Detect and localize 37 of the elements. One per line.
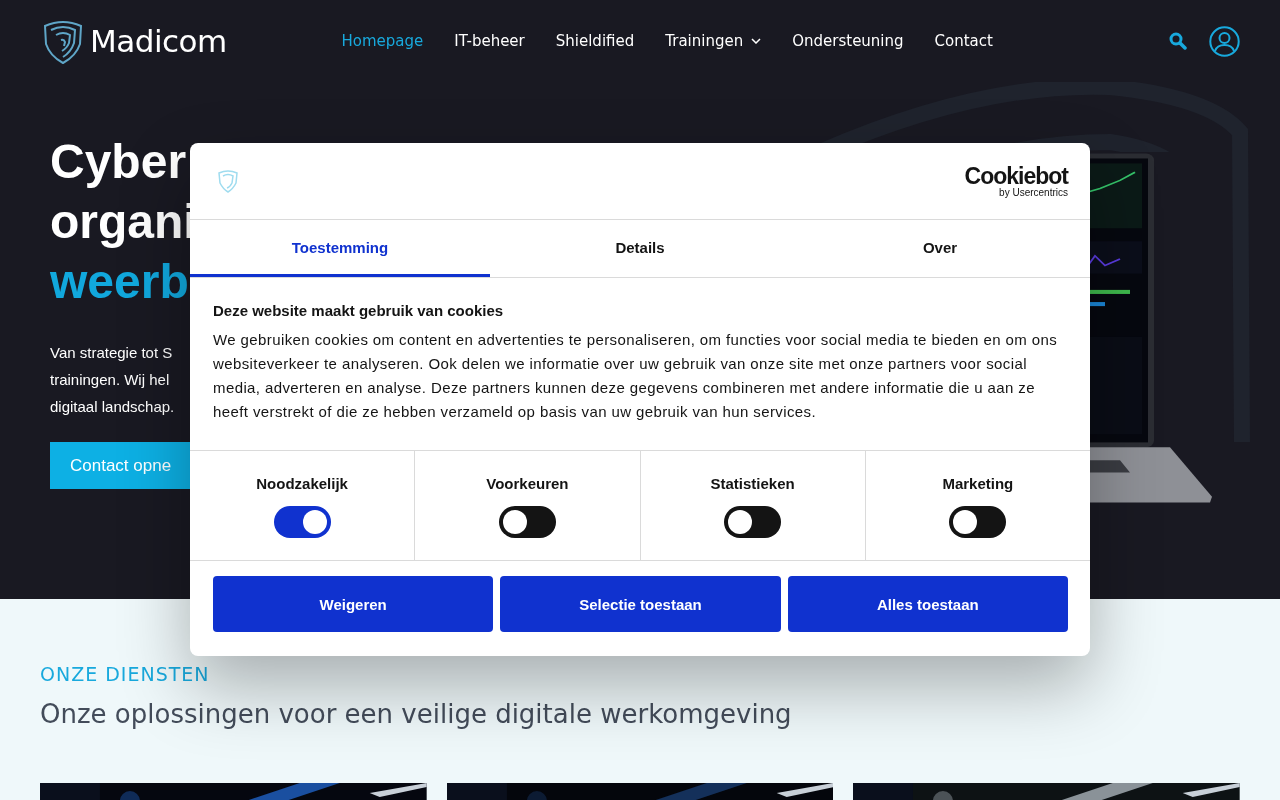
nav-link[interactable]: Contact (919, 32, 1009, 50)
dialog-tab[interactable]: Details (490, 220, 790, 277)
nav-link[interactable]: Shieldified (540, 32, 650, 50)
dialog-heading: Deze website maakt gebruik van cookies (213, 302, 505, 319)
hero-text-line: trainingen. Wij hel (50, 370, 170, 390)
logo-shield-icon[interactable] (42, 18, 84, 64)
chevron-down-icon[interactable] (751, 38, 762, 44)
section-eyebrow: ONZE DIENSTEN (40, 663, 211, 685)
consent-button[interactable]: Selectie toestaan (500, 576, 781, 632)
shield-icon (217, 169, 239, 193)
consent-button[interactable]: Alles toestaan (787, 576, 1068, 632)
nav-link[interactable]: Homepage (326, 32, 439, 50)
nav-link[interactable]: IT-beheer (438, 32, 541, 50)
category-label: Marketing (942, 475, 1014, 492)
nav-link[interactable]: Ondersteuning (776, 32, 920, 50)
dialog-text: We gebruiken cookies om content en advertenties te personaliseren, om functies voor social media te bieden en om ons websiteverkeer te analyseren. Ook delen we informatie over uw gebruik van onze site met onze partners voor social media, adverteren en analyse. Deze partners kunnen deze gegevens combineren met andere informatie die u aan ze heeft verstrekt of die ze hebben verzameld op basis van uw gebruik van hun services. (213, 330, 1059, 422)
hero-text-line: Van strategie tot S (50, 343, 173, 363)
nav-link[interactable]: Trainingen (649, 32, 777, 50)
cookiebot-logo: Cookiebot (964, 164, 1068, 187)
hero-title-line: weerb (50, 254, 189, 310)
dialog-tab[interactable]: Over (790, 220, 1090, 277)
hero-text-line: digitaal landschap. (50, 397, 175, 417)
consent-button[interactable]: Weigeren (213, 576, 494, 632)
dialog-tab[interactable]: Toestemming (190, 220, 490, 277)
category-label: Noodzakelijk (256, 475, 348, 492)
logo-text[interactable]: Madicom (90, 23, 227, 59)
search-icon[interactable] (1169, 32, 1187, 50)
hero-title-line: Cyber (50, 134, 187, 190)
category-label: Statistieken (710, 475, 795, 492)
user-account-icon[interactable] (1209, 25, 1240, 57)
brand-subtitle: by Usercentrics (999, 186, 1068, 198)
section-heading: Onze oplossingen voor een veilige digitale werkomgeving (40, 699, 793, 729)
category-label: Voorkeuren (486, 475, 569, 492)
toggle-switch[interactable] (949, 506, 1007, 538)
toggle-switch[interactable] (498, 506, 556, 538)
toggle-switch[interactable] (273, 506, 331, 538)
toggle-switch[interactable] (724, 506, 782, 538)
